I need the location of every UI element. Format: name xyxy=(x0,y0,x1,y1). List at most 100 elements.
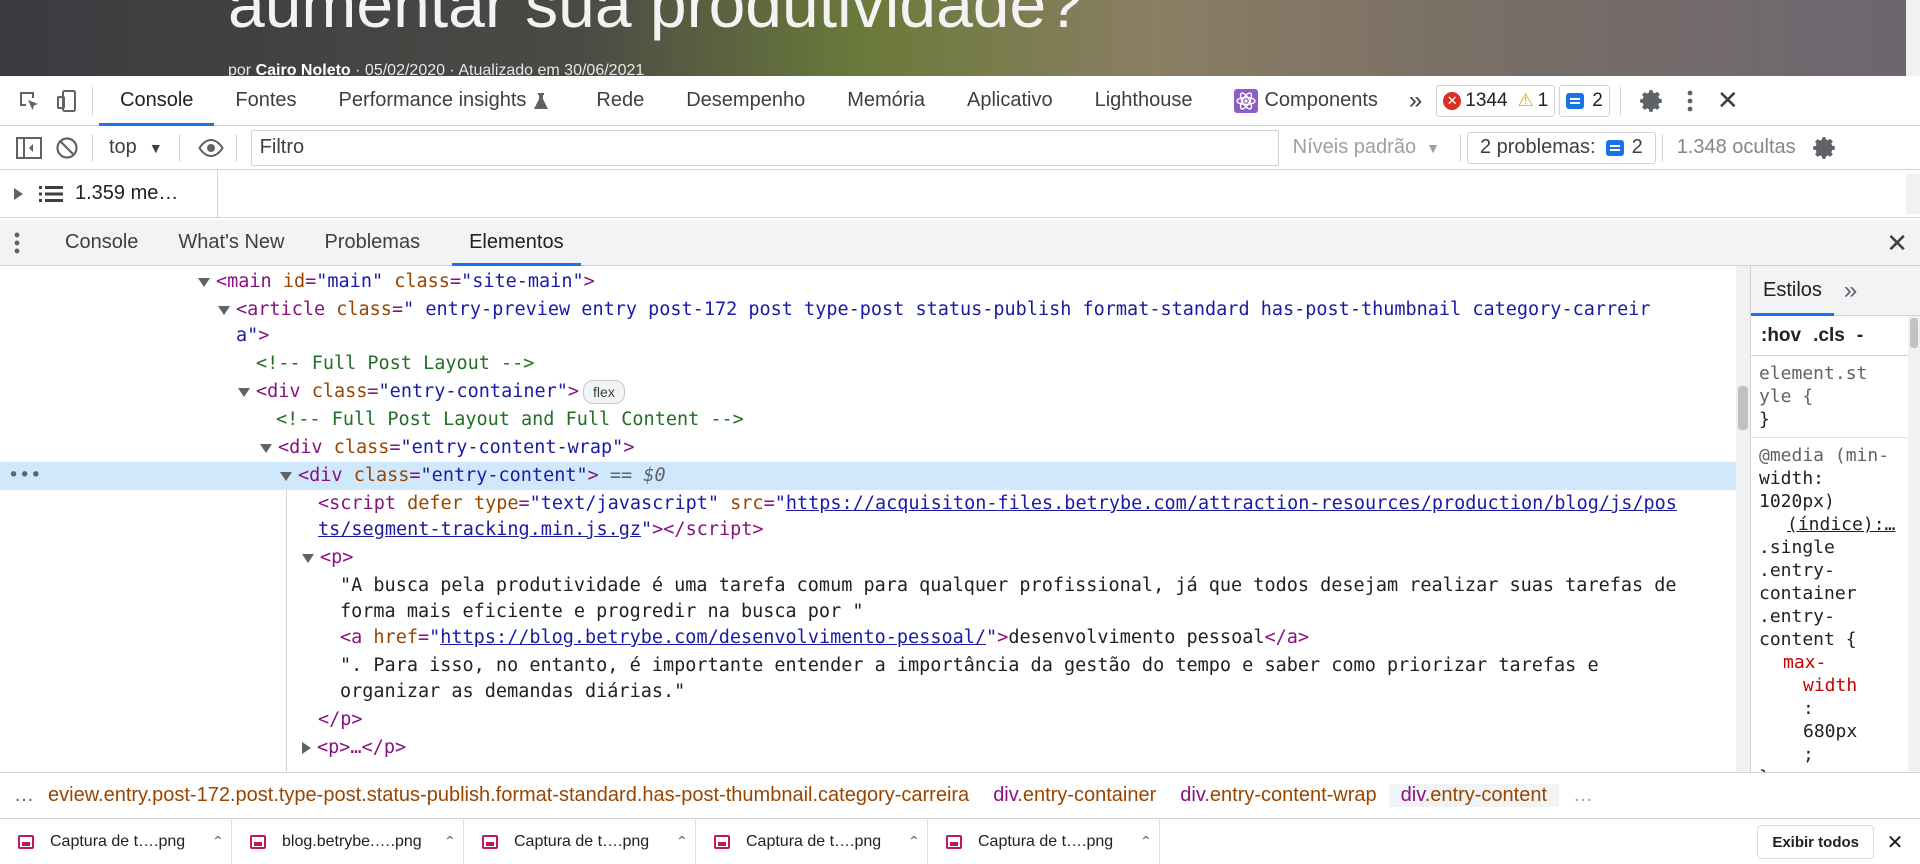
breadcrumb-item-entry-content[interactable]: div.entry-content xyxy=(1388,784,1560,807)
collapse-arrow-icon[interactable] xyxy=(280,471,292,481)
drawer-tab-console[interactable]: Console xyxy=(34,220,158,266)
tab-components[interactable]: Components xyxy=(1213,76,1398,126)
inspect-element-icon[interactable] xyxy=(10,82,48,120)
media-query-rule[interactable]: @media (min- width: 1020px) (índice):… .… xyxy=(1751,438,1920,772)
tree-node-script[interactable]: <script defer type="text/javascript" src… xyxy=(0,490,1736,518)
settings-gear-icon[interactable] xyxy=(1633,82,1671,120)
styles-scrollbar[interactable] xyxy=(1908,316,1920,772)
tab-styles[interactable]: Estilos xyxy=(1751,266,1834,316)
class-toggle[interactable]: .cls xyxy=(1813,325,1845,347)
tree-node-entry-container[interactable]: <div class="entry-container"> flex xyxy=(0,378,1736,406)
toolbar-separator xyxy=(1661,133,1663,162)
add-rule-button[interactable]: - xyxy=(1857,325,1863,347)
tab-memory[interactable]: Memória xyxy=(826,76,946,126)
css-property-value[interactable]: 680px xyxy=(1759,720,1912,743)
tree-node-entry-content-wrap[interactable]: <div class="entry-content-wrap"> xyxy=(0,434,1736,462)
scrollbar-thumb[interactable] xyxy=(1910,318,1918,348)
image-file-icon xyxy=(250,834,266,849)
collapse-arrow-icon[interactable] xyxy=(198,277,210,287)
tree-node-article[interactable]: <article class=" entry-preview entry pos… xyxy=(0,296,1736,324)
drawer-tab-problems[interactable]: Problemas xyxy=(304,220,440,266)
chevron-up-icon[interactable]: ⌃ xyxy=(444,833,456,850)
log-levels-select[interactable]: Níveis padrão ▼ xyxy=(1279,136,1454,159)
chevron-up-icon[interactable]: ⌃ xyxy=(676,833,688,850)
console-settings-gear-icon[interactable] xyxy=(1806,129,1844,167)
live-expression-eye-icon[interactable] xyxy=(192,129,230,167)
close-downloads-icon[interactable]: ✕ xyxy=(1880,827,1910,857)
node-actions-ellipsis[interactable]: ••• xyxy=(8,462,41,490)
js-context-select[interactable]: top ▼ xyxy=(99,136,173,159)
collapse-arrow-icon[interactable] xyxy=(238,387,250,397)
chevron-up-icon[interactable]: ⌃ xyxy=(212,833,224,850)
tree-node-entry-content-selected[interactable]: ••• <div class="entry-content"> == $0 xyxy=(0,462,1736,490)
byline-author[interactable]: Cairo Noleto xyxy=(256,62,351,76)
breadcrumb-overflow-icon[interactable]: … xyxy=(0,784,48,807)
more-sidebar-tabs-button[interactable]: » xyxy=(1834,277,1857,305)
styles-tab-bar: Estilos » xyxy=(1751,266,1920,316)
tree-text-node[interactable]: ". Para isso, no entanto, é importante e… xyxy=(0,652,1736,680)
tree-node-main[interactable]: <main id="main" class="site-main"> xyxy=(0,268,1736,296)
collapse-arrow-icon[interactable] xyxy=(302,553,314,563)
anchor-href-link[interactable]: https://blog.betrybe.com/desenvolvimento… xyxy=(440,627,986,648)
scrollbar-thumb[interactable] xyxy=(1738,386,1748,430)
hover-state-toggle[interactable]: :hov xyxy=(1761,325,1801,347)
tab-performance-insights-label: Performance insights xyxy=(338,89,527,111)
tree-comment[interactable]: <!-- Full Post Layout --> xyxy=(0,350,1736,378)
tree-comment[interactable]: <!-- Full Post Layout and Full Content -… xyxy=(0,406,1736,434)
breadcrumb-item-entry-content-wrap[interactable]: div.entry-content-wrap xyxy=(1168,784,1388,807)
tree-node-p-collapsed[interactable]: <p>…</p> xyxy=(0,734,1736,762)
breadcrumb-item-entry-container[interactable]: div.entry-container xyxy=(981,784,1168,807)
download-item[interactable]: Captura de t….png ⌃ xyxy=(0,818,232,864)
drawer-menu-icon[interactable] xyxy=(0,231,34,255)
element-style-rule[interactable]: element.st yle { } xyxy=(1751,356,1920,438)
expand-arrow-icon[interactable] xyxy=(14,187,23,200)
page-scrollbar[interactable] xyxy=(1906,0,1920,76)
list-icon xyxy=(39,185,63,202)
stylesheet-source-link[interactable]: (índice):… xyxy=(1759,513,1912,536)
chevron-up-icon[interactable]: ⌃ xyxy=(908,833,920,850)
issues-count: 2 xyxy=(1592,89,1603,111)
tab-lighthouse[interactable]: Lighthouse xyxy=(1074,76,1214,126)
tree-node-a[interactable]: <a href="https://blog.betrybe.com/desenv… xyxy=(0,624,1736,652)
download-item[interactable]: Captura de t….png ⌃ xyxy=(464,818,696,864)
problems-button[interactable]: 2 problemas: 2 xyxy=(1466,131,1656,164)
chevron-up-icon[interactable]: ⌃ xyxy=(1140,833,1152,850)
breadcrumb-more-icon[interactable]: … xyxy=(1573,784,1593,807)
more-tabs-button[interactable]: » xyxy=(1399,76,1432,126)
tree-node-p-close[interactable]: </p> xyxy=(0,706,1736,734)
dom-tree-scrollbar[interactable] xyxy=(1736,266,1750,772)
collapse-arrow-icon[interactable] xyxy=(218,305,230,315)
breadcrumb-item-article[interactable]: eview.entry.post-172.post.type-post.stat… xyxy=(48,784,981,807)
tab-application[interactable]: Aplicativo xyxy=(946,76,1074,126)
tab-performance[interactable]: Desempenho xyxy=(665,76,826,126)
toolbar-separator xyxy=(1459,133,1461,162)
collapse-arrow-icon[interactable] xyxy=(260,443,272,453)
download-item[interactable]: Captura de t….png ⌃ xyxy=(696,818,928,864)
issues-counter[interactable]: 2 xyxy=(1559,84,1610,117)
device-toolbar-icon[interactable] xyxy=(48,82,86,120)
console-scrollbar[interactable] xyxy=(1906,174,1920,214)
more-options-icon[interactable] xyxy=(1671,82,1709,120)
tab-performance-insights[interactable]: Performance insights xyxy=(318,76,570,126)
tab-sources[interactable]: Fontes xyxy=(214,76,317,126)
tab-console[interactable]: Console xyxy=(99,76,215,126)
show-sidebar-icon[interactable] xyxy=(10,129,48,167)
expand-arrow-icon[interactable] xyxy=(302,742,311,754)
clear-console-icon[interactable] xyxy=(48,129,86,167)
download-item[interactable]: blog.betrybe.….png ⌃ xyxy=(232,818,464,864)
drawer-tab-whats-new[interactable]: What's New xyxy=(158,220,304,266)
tree-text-node[interactable]: "A busca pela produtividade é uma tarefa… xyxy=(0,572,1736,600)
error-warning-counter[interactable]: ✕ 1344 ⚠ 1 xyxy=(1436,84,1556,117)
show-all-downloads-button[interactable]: Exibir todos xyxy=(1757,825,1874,859)
drawer-tab-elements[interactable]: Elementos xyxy=(452,220,581,266)
close-drawer-icon[interactable]: ✕ xyxy=(1886,228,1908,259)
console-sidebar-messages[interactable]: 1.359 me… xyxy=(0,169,218,218)
tree-node-p[interactable]: <p> xyxy=(0,544,1736,572)
close-devtools-icon[interactable]: ✕ xyxy=(1709,82,1747,120)
script-src-link[interactable]: https://acquisiton-files.betrybe.com/att… xyxy=(786,493,1677,514)
tab-network[interactable]: Rede xyxy=(575,76,665,126)
css-property-name[interactable]: max- xyxy=(1759,651,1912,674)
download-item[interactable]: Captura de t….png ⌃ xyxy=(928,818,1160,864)
console-filter-input[interactable] xyxy=(250,129,1279,166)
flex-badge[interactable]: flex xyxy=(583,380,625,404)
